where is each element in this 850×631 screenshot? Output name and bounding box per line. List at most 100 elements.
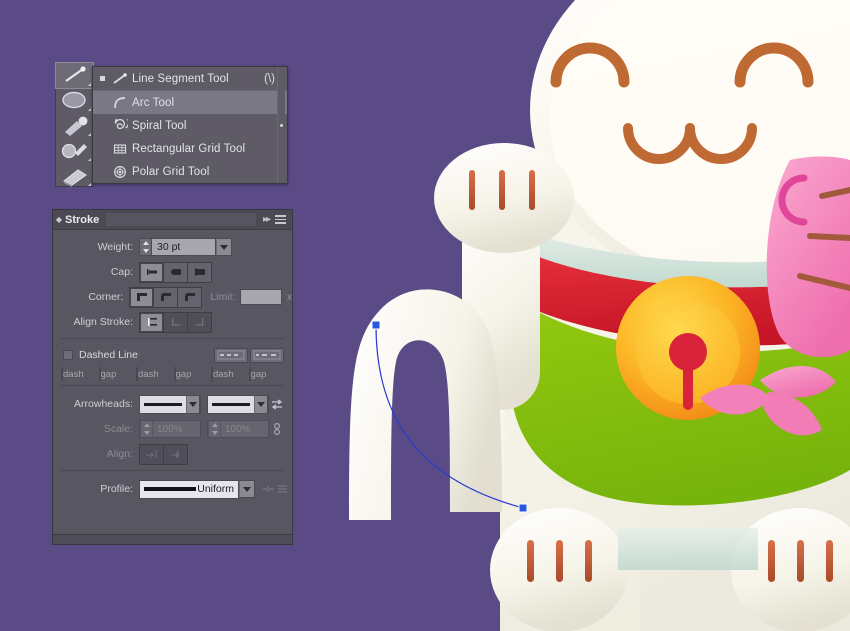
- gap-field-3[interactable]: gap: [248, 367, 285, 381]
- rectangular-grid-icon: [108, 142, 132, 156]
- tool-corner-marker: [88, 108, 91, 111]
- stroke-panel-header[interactable]: ◆ Stroke ▸▸: [53, 210, 292, 230]
- align-arrowheads-button-group[interactable]: [139, 443, 188, 465]
- limit-label: Limit:: [210, 291, 236, 303]
- corner-button-group[interactable]: [129, 286, 203, 308]
- panel-resize-grip[interactable]: [53, 534, 292, 544]
- weight-stepper[interactable]: [139, 238, 152, 256]
- cap-row: Cap:: [53, 261, 292, 283]
- profile-row: Profile: Uniform: [53, 478, 292, 500]
- align-arrowheads-label: Align:: [106, 448, 133, 460]
- dash-field-1[interactable]: dash: [61, 367, 97, 381]
- gap-field-2[interactable]: gap: [173, 367, 210, 381]
- flip-across-icon[interactable]: [261, 481, 275, 497]
- panel-divider-2: [61, 385, 284, 386]
- arrowhead-start-caret[interactable]: [186, 394, 200, 414]
- double-chevron-right-icon[interactable]: ▸▸: [263, 214, 275, 225]
- limit-input[interactable]: [240, 289, 282, 305]
- stroke-panel-body: Weight: 30 pt Cap: Corner: Limit: x Alig…: [53, 230, 292, 500]
- scale-label: Scale:: [103, 423, 133, 435]
- dashed-line-label: Dashed Line: [79, 349, 138, 361]
- paintbrush-tool-icon[interactable]: [56, 113, 93, 138]
- dash-pattern-buttons[interactable]: [214, 347, 292, 363]
- flyout-item-polar-grid-tool[interactable]: Polar Grid Tool: [93, 160, 287, 183]
- flyout-item-line-segment-tool[interactable]: Line Segment Tool (\): [93, 67, 287, 91]
- flyout-item-rectangular-grid-tool[interactable]: Rectangular Grid Tool: [93, 137, 287, 160]
- profile-label: Profile:: [100, 483, 133, 495]
- dashes-adjust-to-fit-button[interactable]: [250, 347, 284, 363]
- dash-caption-1: dash: [63, 369, 84, 380]
- flyout-item-label: Spiral Tool: [132, 119, 187, 132]
- profile-value: Uniform: [197, 483, 234, 495]
- link-scales-icon[interactable]: [269, 420, 285, 438]
- weight-label: Weight:: [97, 241, 133, 253]
- profile-dropdown-caret[interactable]: [239, 480, 255, 498]
- align-inside-button[interactable]: [164, 312, 187, 332]
- align-stroke-label: Align Stroke:: [73, 316, 133, 328]
- arrowhead-start-preview: [144, 402, 182, 406]
- flyout-item-spiral-tool[interactable]: Spiral Tool: [93, 114, 287, 137]
- flyout-item-label: Rectangular Grid Tool: [132, 142, 246, 155]
- align-outside-button[interactable]: [188, 312, 211, 332]
- arrowheads-label: Arrowheads:: [74, 398, 133, 410]
- current-tool-marker: [97, 76, 108, 81]
- ellipse-tool-icon[interactable]: [56, 88, 93, 113]
- eraser-tool-icon[interactable]: [56, 163, 93, 188]
- dashes-preserve-exact-button[interactable]: [214, 347, 248, 363]
- extend-arrow-beyond-end-button[interactable]: [140, 444, 163, 464]
- weight-dropdown-button[interactable]: [216, 238, 232, 256]
- align-stroke-row: Align Stroke:: [53, 311, 292, 333]
- dash-field-3[interactable]: dash: [211, 367, 247, 381]
- flip-along-icon[interactable]: [275, 481, 289, 497]
- dash-field-2[interactable]: dash: [136, 367, 172, 381]
- line-segment-tool-flyout[interactable]: Line Segment Tool (\) Arc Tool Spiral To…: [92, 66, 288, 184]
- arrowhead-end-preview: [212, 402, 250, 406]
- flyout-item-label: Arc Tool: [132, 96, 175, 109]
- projecting-cap-button[interactable]: [188, 262, 211, 282]
- scale-row: Scale: 100% 100%: [53, 418, 292, 440]
- round-join-button[interactable]: [154, 287, 178, 307]
- round-cap-button[interactable]: [164, 262, 187, 282]
- weight-value: 30 pt: [157, 241, 181, 253]
- disclosure-triangle-icon[interactable]: ◆: [53, 215, 65, 224]
- flyout-item-arc-tool[interactable]: Arc Tool: [93, 91, 287, 114]
- panel-title: Stroke: [65, 213, 100, 226]
- tool-corner-marker: [88, 158, 91, 161]
- profile-dropdown[interactable]: Uniform: [139, 479, 239, 499]
- pencil-tool-icon[interactable]: [56, 138, 93, 163]
- weight-row: Weight: 30 pt: [53, 236, 292, 258]
- corner-row: Corner: Limit: x: [53, 286, 292, 308]
- arrowhead-end-caret[interactable]: [254, 394, 268, 414]
- stroke-panel[interactable]: ◆ Stroke ▸▸ Weight: 30 pt Cap: Corner: L…: [52, 209, 293, 545]
- panel-divider-1: [61, 338, 284, 339]
- weight-input[interactable]: 30 pt: [152, 238, 216, 256]
- flyout-tearoff-handle[interactable]: [277, 67, 285, 183]
- panel-divider-3: [61, 470, 284, 471]
- spiral-icon: [108, 118, 132, 133]
- arc-icon: [108, 96, 132, 110]
- miter-join-button[interactable]: [130, 287, 154, 307]
- arrowhead-end-dropdown[interactable]: [207, 394, 269, 414]
- align-center-button[interactable]: [140, 312, 163, 332]
- dashed-line-checkbox[interactable]: [63, 350, 73, 360]
- gap-field-1[interactable]: gap: [98, 367, 135, 381]
- gap-caption-3: gap: [250, 369, 267, 380]
- bevel-join-button[interactable]: [178, 287, 202, 307]
- dashed-line-row: Dashed Line: [53, 346, 292, 364]
- tools-strip[interactable]: [55, 62, 94, 187]
- scale-start-value: 100%: [157, 423, 183, 435]
- align-stroke-button-group[interactable]: [139, 311, 212, 333]
- butt-cap-button[interactable]: [140, 262, 163, 282]
- scale-start-input[interactable]: 100%: [139, 420, 201, 438]
- panel-menu-icon[interactable]: [275, 215, 292, 224]
- cap-label: Cap:: [110, 266, 133, 278]
- place-arrow-at-end-button[interactable]: [164, 444, 187, 464]
- arrowhead-start-dropdown[interactable]: [139, 394, 201, 414]
- swap-arrowheads-icon[interactable]: [269, 395, 285, 413]
- line-segment-tool-icon[interactable]: [55, 62, 94, 89]
- scale-end-input[interactable]: 100%: [207, 420, 269, 438]
- line-segment-icon: [108, 72, 132, 86]
- gap-caption-2: gap: [175, 369, 192, 380]
- cap-button-group[interactable]: [139, 261, 212, 283]
- dash-caption-3: dash: [213, 369, 234, 380]
